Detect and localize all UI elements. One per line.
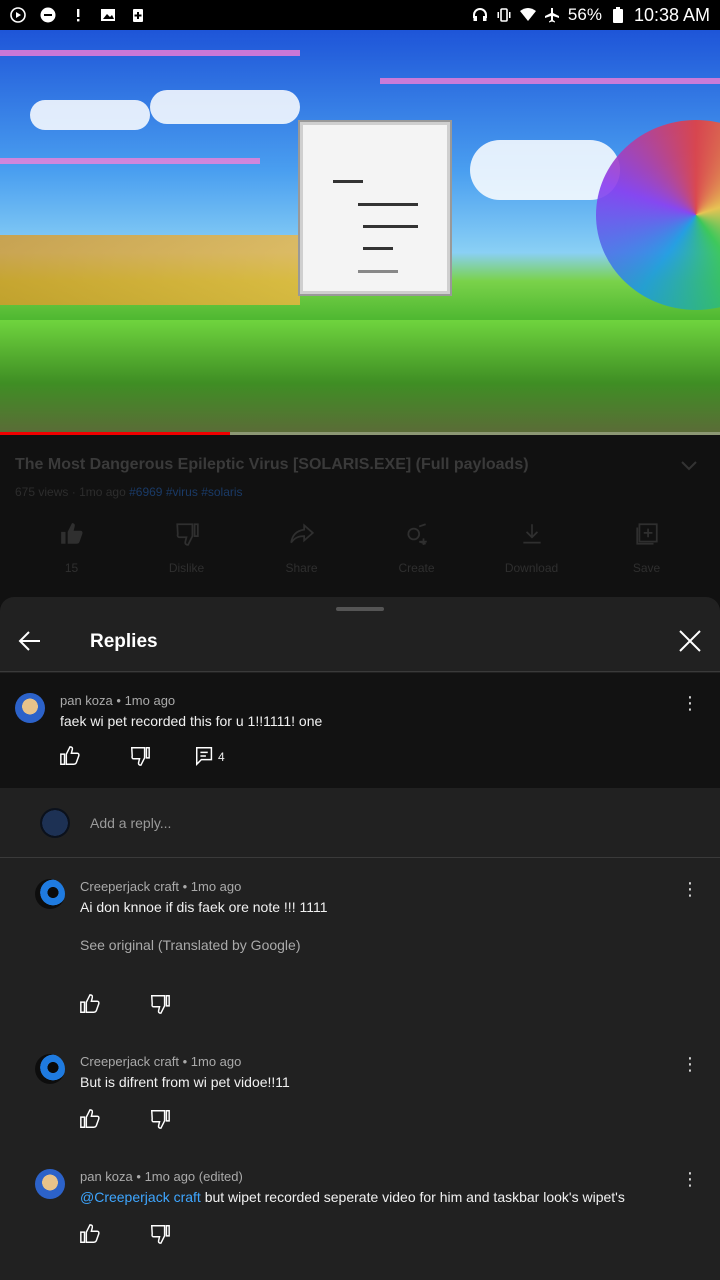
thumbs-down-icon[interactable] — [129, 745, 151, 767]
avatar[interactable] — [15, 693, 45, 723]
thumbs-up-icon[interactable] — [79, 993, 101, 1015]
avatar[interactable] — [35, 1054, 65, 1084]
save-label: Save — [632, 561, 661, 575]
replies-header: Replies — [0, 615, 720, 672]
comment-header: Creeperjack craft • 1mo ago — [80, 1054, 242, 1069]
comment-author[interactable]: pan koza — [80, 1169, 133, 1184]
mention-link[interactable]: @Creeperjack craft — [80, 1189, 201, 1205]
clock: 10:38 AM — [633, 4, 710, 25]
comment-age: 1mo ago — [124, 693, 176, 708]
comment-age: 1mo ago — [190, 879, 242, 894]
hashtag[interactable]: #6969 — [129, 485, 162, 499]
more-options-icon[interactable]: ⋮ — [680, 1169, 700, 1189]
parent-comment: pan koza • 1mo ago faek wi pet recorded … — [0, 673, 720, 788]
battery-percent: 56% — [567, 5, 602, 24]
gallery-icon — [100, 7, 116, 23]
back-arrow-icon[interactable] — [16, 627, 44, 655]
comment-author[interactable]: pan koza — [60, 693, 113, 708]
create-button[interactable]: Create — [359, 521, 474, 575]
save-button[interactable]: Save — [589, 521, 704, 575]
thumbs-down-icon[interactable] — [149, 1108, 171, 1130]
see-original-link[interactable]: See original (Translated by Google) — [80, 937, 301, 953]
thumbs-up-icon — [60, 523, 82, 544]
more-options-icon[interactable]: ⋮ — [680, 1054, 700, 1074]
video-age: 1mo ago — [79, 485, 126, 499]
create-label: Create — [398, 561, 435, 575]
airplane-mode-icon — [544, 7, 560, 23]
video-glitch-band — [0, 235, 300, 305]
video-cloud — [30, 100, 150, 130]
thumbs-up-icon[interactable] — [79, 1223, 101, 1245]
video-glitch-stripe — [0, 158, 260, 164]
comment-author[interactable]: Creeperjack craft — [80, 879, 179, 894]
reply-count: 4 — [218, 750, 225, 764]
dislike-button[interactable]: Dislike — [129, 521, 244, 575]
replies-title: Replies — [90, 631, 158, 652]
comment-text: faek wi pet recorded this for u 1!!1111!… — [60, 713, 323, 729]
battery-icon — [610, 7, 626, 23]
thumbs-down-icon[interactable] — [149, 993, 171, 1015]
close-icon[interactable] — [676, 627, 704, 655]
thumbs-up-icon[interactable] — [79, 1108, 101, 1130]
comment-header: Creeperjack craft • 1mo ago — [80, 879, 242, 894]
play-circle-icon — [10, 7, 26, 23]
dislike-label: Dislike — [168, 561, 205, 575]
create-icon — [406, 523, 427, 545]
thumbs-down-icon[interactable] — [149, 1223, 171, 1245]
video-glitch-stripe — [0, 50, 300, 56]
avatar[interactable] — [35, 1169, 65, 1199]
like-button[interactable]: 15 — [14, 521, 129, 575]
share-icon — [289, 523, 314, 544]
alert-icon — [70, 7, 86, 23]
comment-text: Ai don knnoe if dis faek ore note !!! 11… — [80, 899, 328, 915]
comment-text: @Creeperjack craft but wipet recorded se… — [80, 1189, 625, 1205]
comment-age: 1mo ago (edited) — [144, 1169, 243, 1184]
reply-comment-icon[interactable] — [194, 745, 216, 767]
view-count: 675 views — [15, 485, 69, 499]
share-button[interactable]: Share — [244, 521, 359, 575]
headphones-icon — [472, 7, 488, 23]
video-dialog-window — [300, 122, 450, 294]
comment-author[interactable]: Creeperjack craft — [80, 1054, 179, 1069]
comment-header: pan koza • 1mo ago — [60, 693, 176, 708]
share-label: Share — [285, 561, 318, 575]
download-icon — [522, 524, 541, 544]
comment-body: but wipet recorded seperate video for hi… — [204, 1189, 625, 1205]
more-options-icon[interactable]: ⋮ — [680, 693, 700, 713]
battery-saver-icon — [130, 7, 146, 23]
hashtag[interactable]: #virus — [166, 485, 198, 499]
download-label: Download — [504, 561, 559, 575]
avatar — [40, 808, 70, 838]
avatar[interactable] — [35, 879, 65, 909]
more-options-icon[interactable]: ⋮ — [680, 879, 700, 899]
replies-sheet: Replies pan koza • 1mo ago faek wi pet r… — [0, 597, 720, 1280]
video-glitch-stripe — [380, 78, 720, 84]
video-cloud — [470, 140, 620, 200]
drag-handle[interactable] — [336, 607, 384, 611]
video-info: The Most Dangerous Epileptic Virus [SOLA… — [0, 435, 720, 605]
video-cloud — [150, 90, 300, 124]
comment-age: 1mo ago — [190, 1054, 242, 1069]
video-player[interactable] — [0, 30, 720, 435]
video-field — [0, 320, 720, 435]
thumbs-down-icon — [175, 523, 199, 546]
reply-input[interactable]: Add a reply... — [90, 815, 171, 831]
video-meta: 675 views · 1mo ago #6969 #virus #solari… — [15, 485, 243, 499]
vibrate-icon — [496, 7, 512, 23]
do-not-disturb-icon — [40, 7, 56, 23]
like-count: 15 — [64, 561, 79, 575]
wifi-icon — [519, 7, 536, 23]
hashtag[interactable]: #solaris — [201, 485, 242, 499]
status-bar: 56% 10:38 AM — [0, 0, 720, 30]
thumbs-up-icon[interactable] — [59, 745, 81, 767]
comment-text: But is difrent from wi pet vidoe!!11 — [80, 1074, 290, 1090]
expand-chevron-icon[interactable] — [680, 459, 698, 477]
action-bar: 15 Dislike Share Create Download Save — [14, 521, 704, 575]
add-reply-row[interactable]: Add a reply... — [0, 788, 720, 858]
video-title: The Most Dangerous Epileptic Virus [SOLA… — [15, 456, 529, 473]
save-icon — [635, 523, 658, 545]
comment-header: pan koza • 1mo ago (edited) — [80, 1169, 243, 1184]
download-button[interactable]: Download — [474, 521, 589, 575]
